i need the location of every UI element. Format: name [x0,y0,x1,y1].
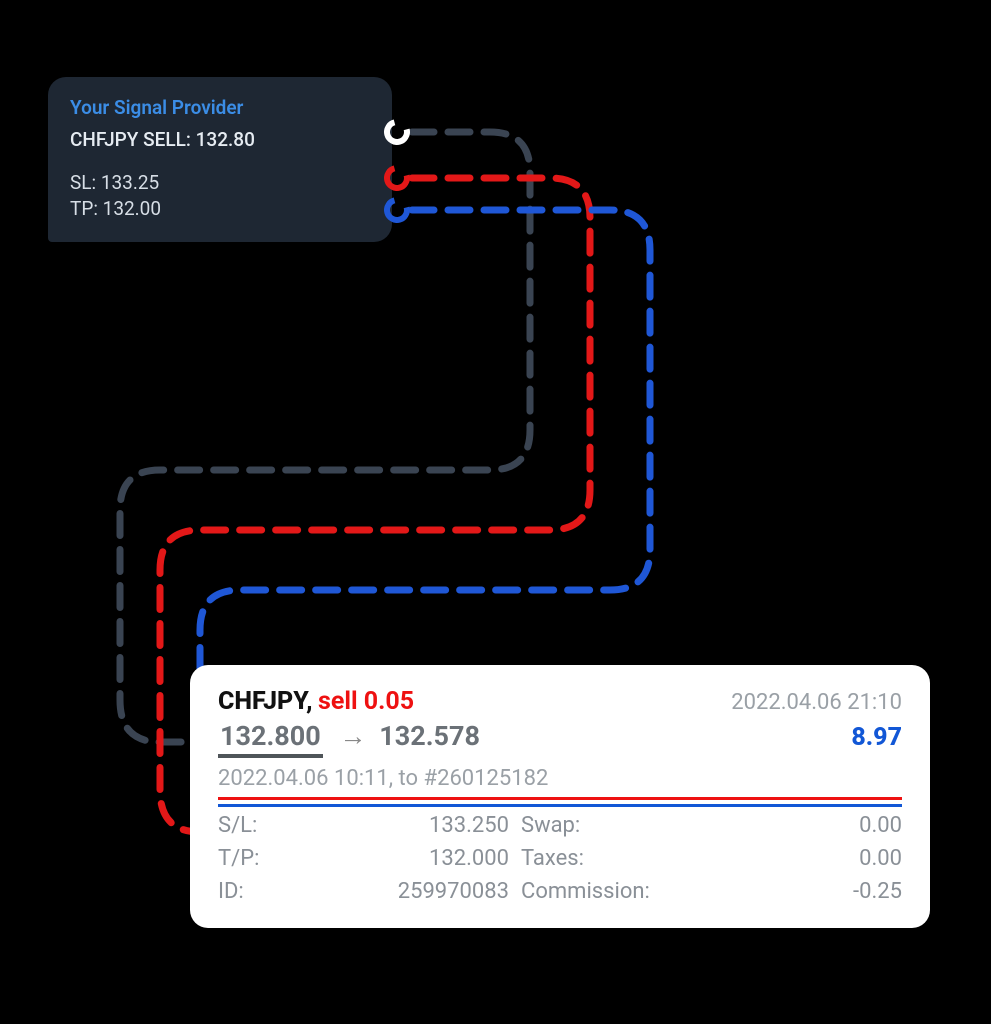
trade-prices: 132.800 → 132.578 [218,720,480,758]
divider-blue [218,804,902,807]
trade-header: CHFJPY, sell 0.05 [218,687,414,716]
label-swap: Swap: [521,813,691,838]
signal-message-bubble: Your Signal Provider CHFJPY SELL: 132.80… [48,77,392,242]
trade-card: CHFJPY, sell 0.05 2022.04.06 21:10 132.8… [190,665,930,928]
signal-provider-title: Your Signal Provider [70,95,370,121]
trade-symbol: CHFJPY, [218,687,313,716]
signal-sl-line: SL: 133.25 [70,170,370,196]
label-sl: S/L: [218,813,298,838]
trade-details-grid: S/L: 133.250 Swap: 0.00 T/P: 132.000 Tax… [218,813,902,904]
trade-close-info: 2022.04.06 10:11, to #260125182 [218,766,902,800]
value-id: 259970083 [310,879,509,904]
trade-side: sell 0.05 [318,687,414,716]
signal-tp-line: TP: 132.00 [70,196,370,222]
trade-entry-price: 132.800 [218,720,323,758]
trade-close-price: 132.578 [379,720,480,752]
value-sl: 133.250 [310,813,509,838]
value-tp: 132.000 [310,846,509,871]
label-tp: T/P: [218,846,298,871]
label-taxes: Taxes: [521,846,691,871]
value-taxes: 0.00 [703,846,902,871]
trade-open-time: 2022.04.06 21:10 [731,690,902,715]
value-commission: -0.25 [703,879,902,904]
signal-main-line: CHFJPY SELL: 132.80 [70,127,370,153]
trade-profit: 8.97 [851,723,902,752]
arrow-right-icon: → [340,720,367,752]
value-swap: 0.00 [703,813,902,838]
label-id: ID: [218,879,298,904]
label-commission: Commission: [521,879,691,904]
